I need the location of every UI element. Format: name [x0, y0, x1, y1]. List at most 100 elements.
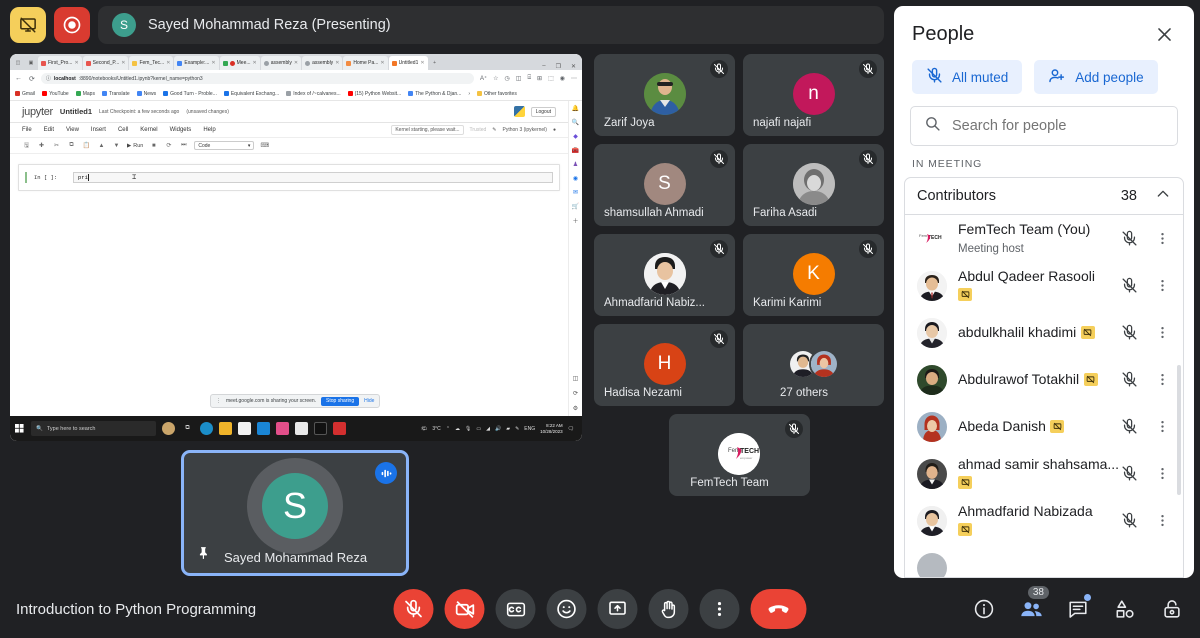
close-icon[interactable]: ✕ [294, 60, 298, 66]
mic-off-icon[interactable] [1118, 371, 1140, 388]
edge-icon[interactable] [200, 422, 213, 435]
taskbar-search-box[interactable]: 🔍 Type here to search [31, 421, 156, 436]
run-button[interactable]: ▶ Run [127, 143, 143, 149]
more-vertical-icon[interactable] [1151, 513, 1173, 528]
shopping-cart-icon[interactable]: 🛒 [572, 202, 580, 210]
bookmark-item[interactable]: Good Turn - Proble... [163, 91, 217, 97]
restart-run-all-icon[interactable]: ⏭ [179, 141, 188, 150]
language-label[interactable]: ENG [524, 426, 535, 432]
bookmark-item[interactable]: News [136, 91, 156, 97]
tray-expand-icon[interactable]: ⌃ [446, 426, 450, 432]
close-icon[interactable]: ✕ [253, 60, 257, 66]
history-icon[interactable]: ◷ [505, 75, 510, 82]
command-palette-icon[interactable]: ⌨ [260, 141, 269, 150]
bookmarks-overflow-icon[interactable]: › [468, 91, 470, 97]
present-button[interactable] [597, 589, 638, 629]
stop-sharing-button[interactable]: Stop sharing [321, 396, 360, 406]
acrobat-icon[interactable] [333, 422, 346, 435]
more-vertical-icon[interactable] [1151, 231, 1173, 246]
add-sidebar-icon[interactable]: ＋ [572, 216, 580, 225]
list-item[interactable]: Abdul Qadeer Rasooli [905, 262, 1183, 309]
browser-tab[interactable]: assembly ✕ [302, 56, 343, 70]
close-icon[interactable]: ✕ [380, 60, 384, 66]
list-item[interactable]: abdulkhalil khadimi [905, 309, 1183, 356]
maximize-button[interactable]: ❐ [556, 63, 561, 70]
record-icon[interactable] [54, 7, 90, 43]
notifications-icon[interactable]: 🔔 [572, 104, 580, 112]
list-item[interactable]: Fem TECH FemTech Team (You) Meeting host [905, 215, 1183, 262]
games-icon[interactable]: ♟ [572, 160, 580, 168]
mic-off-icon[interactable] [1118, 230, 1140, 247]
camera-off-button[interactable] [444, 589, 485, 629]
weather-widget-icon[interactable] [162, 422, 175, 435]
extensions-icon[interactable]: ⊞ [537, 75, 542, 82]
close-icon[interactable]: ✕ [420, 60, 424, 66]
participant-list[interactable]: FemTECH FemTech Team (You) Meeting host [904, 215, 1184, 578]
more-options-button[interactable] [699, 589, 740, 629]
leave-call-button[interactable] [750, 589, 807, 629]
more-vertical-icon[interactable] [1151, 278, 1173, 293]
address-bar[interactable]: ⓘ localhost:8890/notebooks/Untitled1.ipy… [40, 73, 474, 84]
word-icon[interactable] [295, 422, 308, 435]
host-controls-button[interactable] [1158, 595, 1186, 623]
self-view-tile[interactable]: S Sayed Mohammad Reza [181, 450, 409, 576]
participant-tile[interactable]: K Karimi Karimi [743, 234, 884, 316]
paint-icon[interactable] [276, 422, 289, 435]
restart-kernel-icon[interactable]: ⟳ [164, 141, 173, 150]
stop-icon[interactable]: ■ [149, 141, 158, 150]
bookmark-item[interactable]: Equivalent Exchang... [223, 91, 279, 97]
hide-toast-button[interactable]: Hide [364, 398, 374, 404]
mic-off-button[interactable] [393, 589, 434, 629]
people-button[interactable]: 38 [1017, 586, 1049, 623]
participant-tile[interactable]: n najafi najafi [743, 54, 884, 136]
participant-tile[interactable]: H Hadisa Nezami [594, 324, 735, 406]
menu-file[interactable]: File [22, 127, 32, 133]
pin-icon[interactable] [197, 545, 211, 566]
close-icon[interactable]: ✕ [121, 60, 125, 66]
chevron-up-icon[interactable] [1155, 186, 1171, 207]
office-icon[interactable]: ◉ [572, 174, 580, 182]
logout-button[interactable]: Logout [530, 106, 556, 117]
menu-help[interactable]: Help [203, 127, 215, 133]
all-muted-button[interactable]: All muted [912, 60, 1023, 94]
menu-view[interactable]: View [66, 127, 79, 133]
task-view-icon[interactable]: ⧉ [181, 422, 194, 435]
cell-type-select[interactable]: Code ▾ [194, 141, 255, 150]
more-vertical-icon[interactable] [1151, 325, 1173, 340]
cell-code-input[interactable]: pri ⌶ [73, 172, 553, 183]
menu-widgets[interactable]: Widgets [170, 127, 192, 133]
notification-center-icon[interactable]: 🗨 [568, 426, 574, 432]
shared-screen-stage[interactable]: ◫ ▣ First_Pro... ✕ Second_P... ✕ Fem_Tec..… [10, 54, 582, 441]
search-people-field[interactable] [910, 106, 1178, 146]
bookmark-item[interactable]: Gmail [15, 91, 35, 97]
file-explorer-icon[interactable] [219, 422, 232, 435]
terminal-icon[interactable] [314, 422, 327, 435]
bookmark-item[interactable]: Maps [75, 91, 95, 97]
store-icon[interactable] [238, 422, 251, 435]
reload-icon[interactable]: ⟳ [29, 75, 35, 83]
activities-button[interactable] [1111, 595, 1139, 623]
share-toast-grip-icon[interactable]: ⋮ [216, 398, 221, 404]
favorite-star-icon[interactable]: ☆ [493, 75, 498, 82]
add-people-button[interactable]: Add people [1034, 60, 1158, 94]
close-icon[interactable] [1152, 22, 1176, 46]
close-icon[interactable]: ✕ [335, 60, 339, 66]
list-item[interactable]: Abeda Danish [905, 403, 1183, 450]
participant-tile[interactable]: Ahmadfarid Nabiz... [594, 234, 735, 316]
tab-list-icon[interactable]: ▣ [25, 56, 37, 70]
shopping-icon[interactable]: ◆ [572, 132, 580, 140]
menu-insert[interactable]: Insert [91, 127, 106, 133]
move-up-icon[interactable]: ▲ [97, 141, 106, 150]
read-aloud-icon[interactable]: A⁺ [480, 75, 487, 82]
close-window-button[interactable]: ✕ [571, 63, 576, 70]
presentation-off-icon[interactable] [10, 7, 46, 43]
sidebar-toggle-icon[interactable]: ◫ [572, 374, 580, 382]
meeting-details-button[interactable] [970, 595, 998, 623]
bookmark-item[interactable]: Translate [101, 91, 130, 97]
browser-tab[interactable]: Example:... ✕ [174, 56, 219, 70]
edit-pencil-icon[interactable]: ✎ [492, 127, 496, 133]
notebook-title[interactable]: Untitled1 [60, 107, 92, 116]
bookmark-item[interactable]: YouTube [42, 91, 69, 97]
reactions-button[interactable] [546, 589, 587, 629]
mail-icon[interactable] [257, 422, 270, 435]
